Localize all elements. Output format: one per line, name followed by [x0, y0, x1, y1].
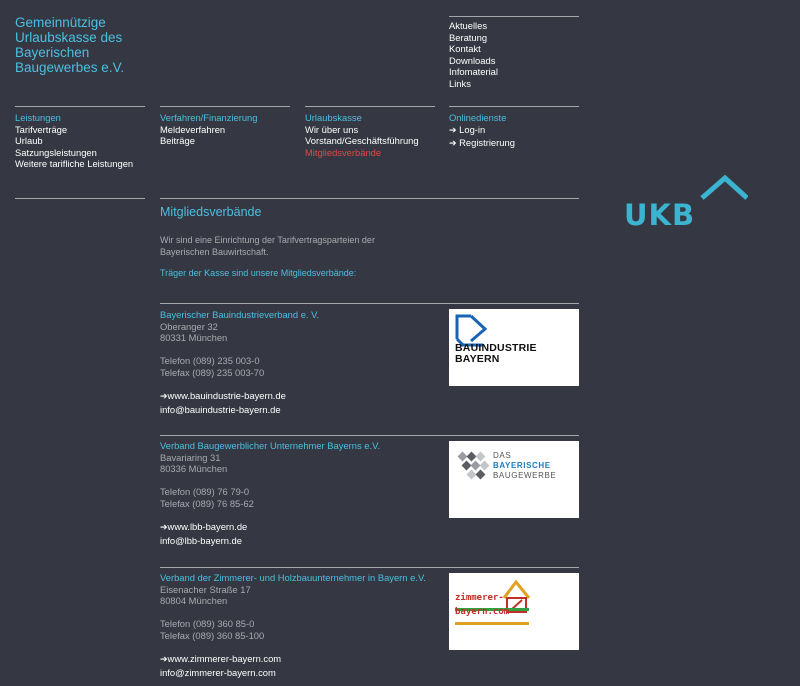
menu-item-registrierung[interactable]: ➔ Registrierung — [449, 137, 515, 151]
baugewerbe-logo-line: BAYERISCHE — [493, 461, 551, 470]
menu-divider — [15, 106, 145, 107]
menu-item-registrierung-label: Registrierung — [459, 137, 515, 149]
ukb-logo-text: UKB — [624, 198, 696, 232]
menu-column-onlinedienste: Onlinedienste ➔ Log-in ➔ Registrierung — [449, 112, 515, 151]
menu-divider — [449, 106, 579, 107]
member-website-link[interactable]: ➔www.lbb-bayern.de — [160, 521, 580, 535]
intro-line: Wir sind eine Einrichtung der Tarifvertr… — [160, 235, 375, 245]
member-email-link[interactable]: info@zimmerer-bayern.com — [160, 667, 580, 679]
ukb-logo[interactable]: UKB — [622, 172, 749, 234]
member-website: www.zimmerer-bayern.com — [167, 653, 282, 665]
topnav-item-downloads[interactable]: Downloads — [449, 55, 498, 67]
menu-item-login[interactable]: ➔ Log-in — [449, 124, 515, 138]
organization-title-line: Baugewerbes e.V. — [15, 60, 125, 75]
menu-column-leistungen: Leistungen Tarifverträge Urlaub Satzungs… — [15, 112, 133, 170]
baugewerbe-logo-line: DAS — [493, 451, 512, 460]
menu-divider — [305, 106, 435, 107]
member-logo-zimmerer[interactable]: zimmerer- bayern.com — [449, 573, 579, 650]
member-logo-baugewerbe[interactable]: DAS BAYERISCHE BAUGEWERBE — [449, 441, 579, 518]
menu-divider — [160, 106, 290, 107]
topnav-item-links[interactable]: Links — [449, 78, 498, 90]
menu-heading-verfahren[interactable]: Verfahren/Finanzierung — [160, 112, 257, 124]
member-website-link[interactable]: ➔www.bauindustrie-bayern.de — [160, 390, 580, 404]
member-logo-bauindustrie[interactable]: BAUINDUSTRIE BAYERN — [449, 309, 579, 386]
menu-item-login-label: Log-in — [459, 123, 486, 135]
zimmerer-logo-line: bayern.com — [455, 607, 510, 617]
bauindustrie-logo-text: BAUINDUSTRIE BAYERN — [455, 343, 537, 365]
bauindustrie-logo-line: BAYERN — [455, 353, 500, 365]
arrow-right-icon: ➔ — [160, 655, 168, 666]
member-website: www.lbb-bayern.de — [167, 521, 248, 533]
zimmerer-logo-line: zimmerer- — [455, 593, 504, 603]
member-email-link[interactable]: info@bauindustrie-bayern.de — [160, 404, 580, 416]
baugewerbe-logo-text: DAS BAYERISCHE BAUGEWERBE — [493, 451, 556, 481]
organization-title[interactable]: Gemeinnützige Urlaubskasse des Bayerisch… — [15, 15, 124, 75]
menu-heading-urlaubskasse[interactable]: Urlaubskasse — [305, 112, 419, 124]
intro-line: Bayerischen Bauwirtschaft. — [160, 246, 269, 257]
intro-text: Wir sind eine Einrichtung der Tarifvertr… — [160, 235, 375, 258]
menu-heading-leistungen[interactable]: Leistungen — [15, 112, 133, 124]
menu-item-tarifvertraege[interactable]: Tarifverträge — [15, 124, 133, 136]
members-subtitle: Träger der Kasse sind unsere Mitgliedsve… — [160, 268, 357, 278]
menu-heading-onlinedienste[interactable]: Onlinedienste — [449, 112, 515, 124]
organization-title-line: Bayerischen — [15, 45, 90, 60]
menu-item-beitraege[interactable]: Beiträge — [160, 135, 257, 147]
member-email-link[interactable]: info@lbb-bayern.de — [160, 535, 580, 547]
menu-item-weitere-leistungen[interactable]: Weitere tarifliche Leistungen — [15, 158, 133, 170]
organization-title-line: Gemeinnützige — [15, 15, 106, 30]
topnav-item-kontakt[interactable]: Kontakt — [449, 43, 498, 55]
menu-item-wir-ueber-uns[interactable]: Wir über uns — [305, 124, 419, 136]
member-divider — [160, 303, 579, 304]
baugewerbe-logo-line: BAUGEWERBE — [493, 471, 557, 480]
page-title: Mitgliedsverbände — [160, 205, 262, 219]
menu-column-urlaubskasse: Urlaubskasse Wir über uns Vorstand/Gesch… — [305, 112, 419, 158]
organization-title-line: Urlaubskasse des — [15, 30, 123, 45]
zimmerer-logo-text: zimmerer- bayern.com — [455, 593, 509, 618]
member-divider — [160, 435, 579, 436]
menu-item-meldeverfahren[interactable]: Meldeverfahren — [160, 124, 257, 136]
menu-item-satzungsleistungen[interactable]: Satzungsleistungen — [15, 147, 133, 159]
arrow-right-icon: ➔ — [160, 523, 168, 534]
member-divider — [160, 567, 579, 568]
arrow-right-icon: ➔ — [449, 139, 457, 150]
menu-column-verfahren: Verfahren/Finanzierung Meldeverfahren Be… — [160, 112, 257, 147]
menu-item-vorstand[interactable]: Vorstand/Geschäftsführung — [305, 135, 419, 147]
menu-item-urlaub[interactable]: Urlaub — [15, 135, 133, 147]
top-navigation: Aktuelles Beratung Kontakt Downloads Inf… — [449, 20, 498, 90]
topnav-item-aktuelles[interactable]: Aktuelles — [449, 20, 498, 32]
arrow-right-icon: ➔ — [160, 392, 168, 403]
content-divider — [160, 198, 579, 199]
topnav-item-infomaterial[interactable]: Infomaterial — [449, 66, 498, 78]
topnav-divider — [449, 16, 579, 17]
content-divider-left — [15, 198, 145, 199]
member-website-link[interactable]: ➔www.zimmerer-bayern.com — [160, 653, 580, 667]
menu-item-mitgliedsverbaende[interactable]: Mitgliedsverbände — [305, 147, 419, 159]
member-website: www.bauindustrie-bayern.de — [167, 390, 286, 402]
topnav-item-beratung[interactable]: Beratung — [449, 32, 498, 44]
arrow-right-icon: ➔ — [449, 125, 457, 136]
